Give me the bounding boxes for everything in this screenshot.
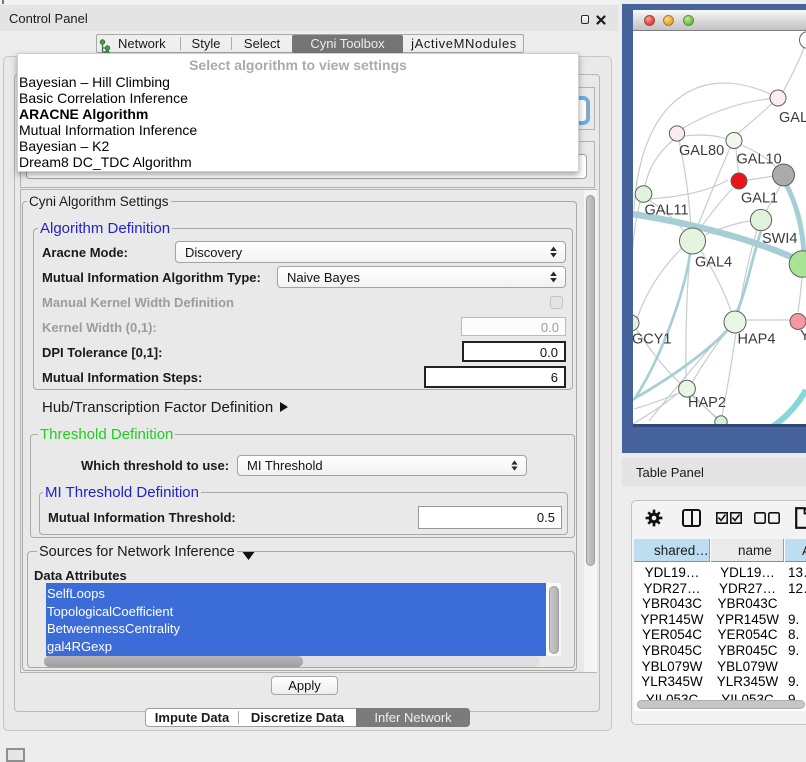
svg-text:GAL4: GAL4 xyxy=(695,255,732,271)
svg-text:GAL: GAL xyxy=(779,110,806,126)
svg-text:GAL1: GAL1 xyxy=(741,191,778,207)
svg-text:SWI4: SWI4 xyxy=(762,231,797,247)
svg-text:HAP4: HAP4 xyxy=(738,332,776,348)
svg-text:HAP2: HAP2 xyxy=(688,395,726,411)
svg-text:GAL10: GAL10 xyxy=(737,152,782,168)
svg-text:GAL80: GAL80 xyxy=(679,143,724,159)
svg-text:GAL11: GAL11 xyxy=(645,203,689,219)
svg-text:Y: Y xyxy=(800,328,806,344)
svg-text:GCY1: GCY1 xyxy=(633,332,672,348)
